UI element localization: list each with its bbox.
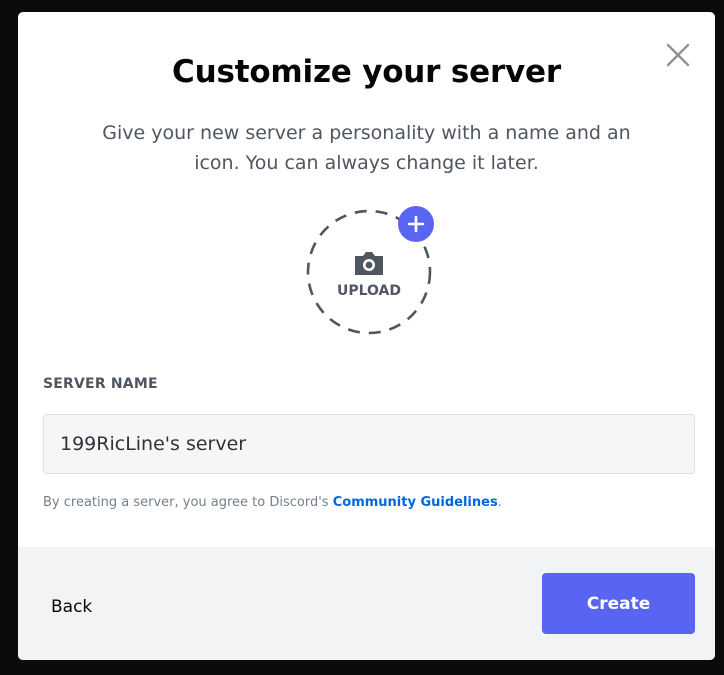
terms-text: By creating a server, you agree to Disco… <box>43 495 502 510</box>
upload-label: UPLOAD <box>336 283 402 299</box>
back-button[interactable]: Back <box>51 597 92 617</box>
terms-prefix: By creating a server, you agree to Disco… <box>43 495 333 510</box>
modal-footer: Back Create <box>18 547 715 660</box>
server-name-input[interactable] <box>43 414 695 474</box>
modal-subtitle: Give your new server a personality with … <box>102 122 631 174</box>
create-button[interactable]: Create <box>542 573 695 634</box>
camera-icon <box>355 252 383 275</box>
community-guidelines-link[interactable]: Community Guidelines <box>333 495 498 510</box>
plus-badge[interactable] <box>398 206 434 242</box>
terms-suffix: . <box>497 495 502 510</box>
upload-icon-button[interactable]: UPLOAD <box>305 206 434 336</box>
modal-title: Customize your server <box>172 54 561 90</box>
plus-icon <box>407 215 425 233</box>
server-name-label: SERVER NAME <box>43 376 158 392</box>
customize-server-modal: Customize your server Give your new serv… <box>18 12 715 660</box>
screen-backdrop: Customize your server Give your new serv… <box>0 0 724 675</box>
